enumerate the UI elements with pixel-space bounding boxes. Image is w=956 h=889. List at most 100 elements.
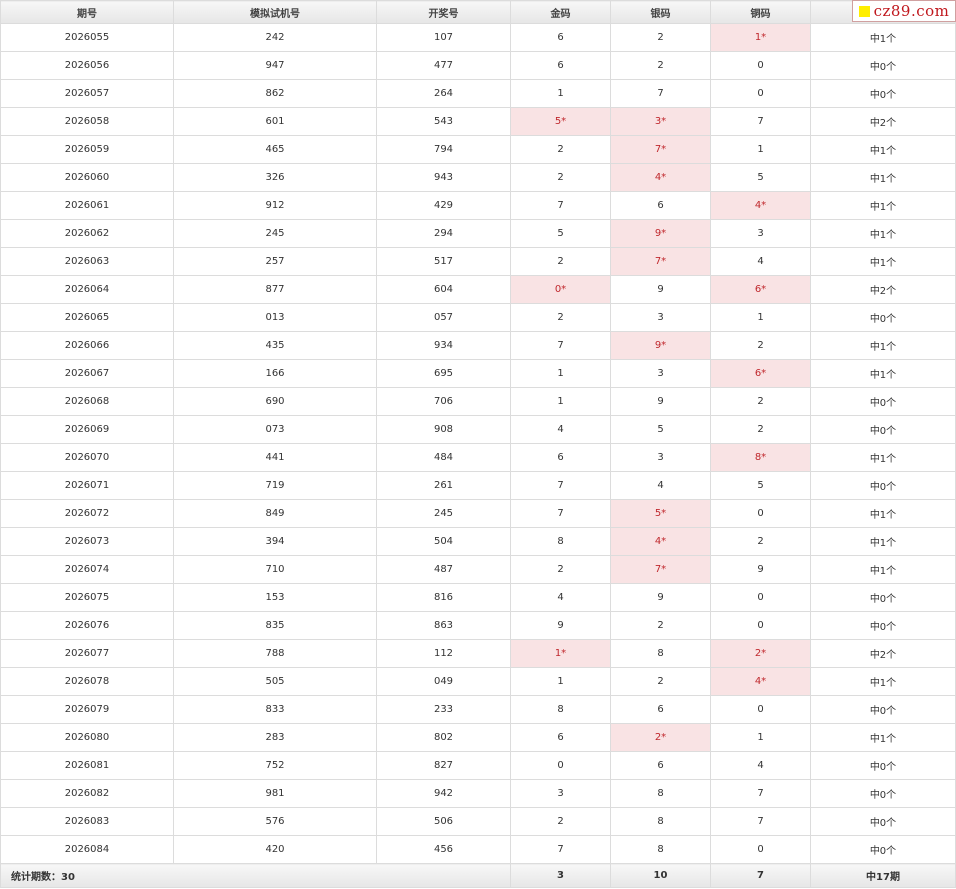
cell-result: 中1个 <box>810 667 956 696</box>
cell-period: 2026074 <box>0 555 174 584</box>
cell-sim-number: 441 <box>173 443 377 472</box>
cell-gold-code: 1 <box>510 667 611 696</box>
table-row: 2026060 326 943 2 4* 5 中1个 <box>0 163 956 192</box>
header-bronze-code[interactable]: 铜码 <box>710 0 811 24</box>
watermark-square-icon <box>858 5 870 17</box>
cell-bronze-code: 7 <box>710 807 811 836</box>
footer-gold-total: 3 <box>510 863 611 888</box>
cell-period: 2026068 <box>0 387 174 416</box>
cell-bronze-code: 5 <box>710 471 811 500</box>
cell-silver-code: 2* <box>610 723 711 752</box>
cell-sim-number: 576 <box>173 807 377 836</box>
cell-gold-code: 6 <box>510 443 611 472</box>
cell-gold-code: 2 <box>510 555 611 584</box>
cell-period: 2026056 <box>0 51 174 80</box>
cell-result: 中0个 <box>810 415 956 444</box>
cell-sim-number: 947 <box>173 51 377 80</box>
table-row: 2026057 862 264 1 7 0 中0个 <box>0 79 956 108</box>
table-row: 2026082 981 942 3 8 7 中0个 <box>0 779 956 808</box>
header-period[interactable]: 期号 <box>0 0 174 24</box>
cell-gold-code: 1* <box>510 639 611 668</box>
cell-period: 2026080 <box>0 723 174 752</box>
cell-result: 中2个 <box>810 107 956 136</box>
cell-silver-code: 3 <box>610 303 711 332</box>
table-row: 2026068 690 706 1 9 2 中0个 <box>0 387 956 416</box>
cell-draw-number: 827 <box>376 751 511 780</box>
cell-gold-code: 0 <box>510 751 611 780</box>
cell-result: 中1个 <box>810 331 956 360</box>
cell-draw-number: 604 <box>376 275 511 304</box>
cell-result: 中0个 <box>810 611 956 640</box>
cell-draw-number: 543 <box>376 107 511 136</box>
table-row: 2026072 849 245 7 5* 0 中1个 <box>0 499 956 528</box>
cell-result: 中1个 <box>810 499 956 528</box>
header-draw-number[interactable]: 开奖号 <box>376 0 511 24</box>
cell-draw-number: 504 <box>376 527 511 556</box>
header-row: 期号 模拟试机号 开奖号 金码 银码 铜码 <box>0 0 956 24</box>
cell-draw-number: 261 <box>376 471 511 500</box>
cell-silver-code: 6 <box>610 695 711 724</box>
cell-period: 2026060 <box>0 163 174 192</box>
cell-gold-code: 7 <box>510 331 611 360</box>
footer-row: 统计期数：30 3 10 7 中17期 <box>0 863 956 888</box>
cell-period: 2026057 <box>0 79 174 108</box>
cell-bronze-code: 1 <box>710 723 811 752</box>
cell-silver-code: 2 <box>610 667 711 696</box>
cell-sim-number: 166 <box>173 359 377 388</box>
cell-silver-code: 6 <box>610 191 711 220</box>
cell-gold-code: 2 <box>510 303 611 332</box>
cell-period: 2026059 <box>0 135 174 164</box>
cell-result: 中1个 <box>810 219 956 248</box>
cell-sim-number: 690 <box>173 387 377 416</box>
cell-gold-code: 4 <box>510 583 611 612</box>
table-row: 2026071 719 261 7 4 5 中0个 <box>0 471 956 500</box>
cell-result: 中0个 <box>810 835 956 864</box>
cell-period: 2026066 <box>0 331 174 360</box>
cell-bronze-code: 4 <box>710 751 811 780</box>
cell-result: 中1个 <box>810 555 956 584</box>
cell-result: 中0个 <box>810 471 956 500</box>
cell-gold-code: 2 <box>510 247 611 276</box>
cell-bronze-code: 0 <box>710 611 811 640</box>
table-row: 2026061 912 429 7 6 4* 中1个 <box>0 191 956 220</box>
cell-gold-code: 6 <box>510 723 611 752</box>
cell-silver-code: 9* <box>610 219 711 248</box>
cell-sim-number: 752 <box>173 751 377 780</box>
cell-bronze-code: 2 <box>710 331 811 360</box>
cell-result: 中0个 <box>810 583 956 612</box>
cell-draw-number: 107 <box>376 23 511 52</box>
cell-result: 中1个 <box>810 191 956 220</box>
cell-result: 中1个 <box>810 359 956 388</box>
cell-silver-code: 8 <box>610 807 711 836</box>
table-row: 2026067 166 695 1 3 6* 中1个 <box>0 359 956 388</box>
cell-sim-number: 242 <box>173 23 377 52</box>
page: 期号 模拟试机号 开奖号 金码 银码 铜码 2026055 242 107 6 2 1* 中… <box>0 0 956 889</box>
cell-bronze-code: 2 <box>710 527 811 556</box>
cell-silver-code: 4* <box>610 163 711 192</box>
cell-bronze-code: 9 <box>710 555 811 584</box>
cell-period: 2026083 <box>0 807 174 836</box>
cell-draw-number: 943 <box>376 163 511 192</box>
cell-gold-code: 0* <box>510 275 611 304</box>
table-row: 2026081 752 827 0 6 4 中0个 <box>0 751 956 780</box>
header-sim-number[interactable]: 模拟试机号 <box>173 0 377 24</box>
header-silver-code[interactable]: 银码 <box>610 0 711 24</box>
cell-silver-code: 3* <box>610 107 711 136</box>
cell-sim-number: 788 <box>173 639 377 668</box>
cell-period: 2026070 <box>0 443 174 472</box>
cell-result: 中0个 <box>810 79 956 108</box>
cell-draw-number: 484 <box>376 443 511 472</box>
table-row: 2026074 710 487 2 7* 9 中1个 <box>0 555 956 584</box>
cell-gold-code: 3 <box>510 779 611 808</box>
cell-sim-number: 013 <box>173 303 377 332</box>
cell-silver-code: 9 <box>610 583 711 612</box>
cell-gold-code: 5* <box>510 107 611 136</box>
cell-bronze-code: 0 <box>710 583 811 612</box>
header-gold-code[interactable]: 金码 <box>510 0 611 24</box>
cell-draw-number: 908 <box>376 415 511 444</box>
cell-silver-code: 8 <box>610 835 711 864</box>
cell-sim-number: 326 <box>173 163 377 192</box>
table-row: 2026063 257 517 2 7* 4 中1个 <box>0 247 956 276</box>
cell-result: 中0个 <box>810 695 956 724</box>
cell-result: 中0个 <box>810 303 956 332</box>
